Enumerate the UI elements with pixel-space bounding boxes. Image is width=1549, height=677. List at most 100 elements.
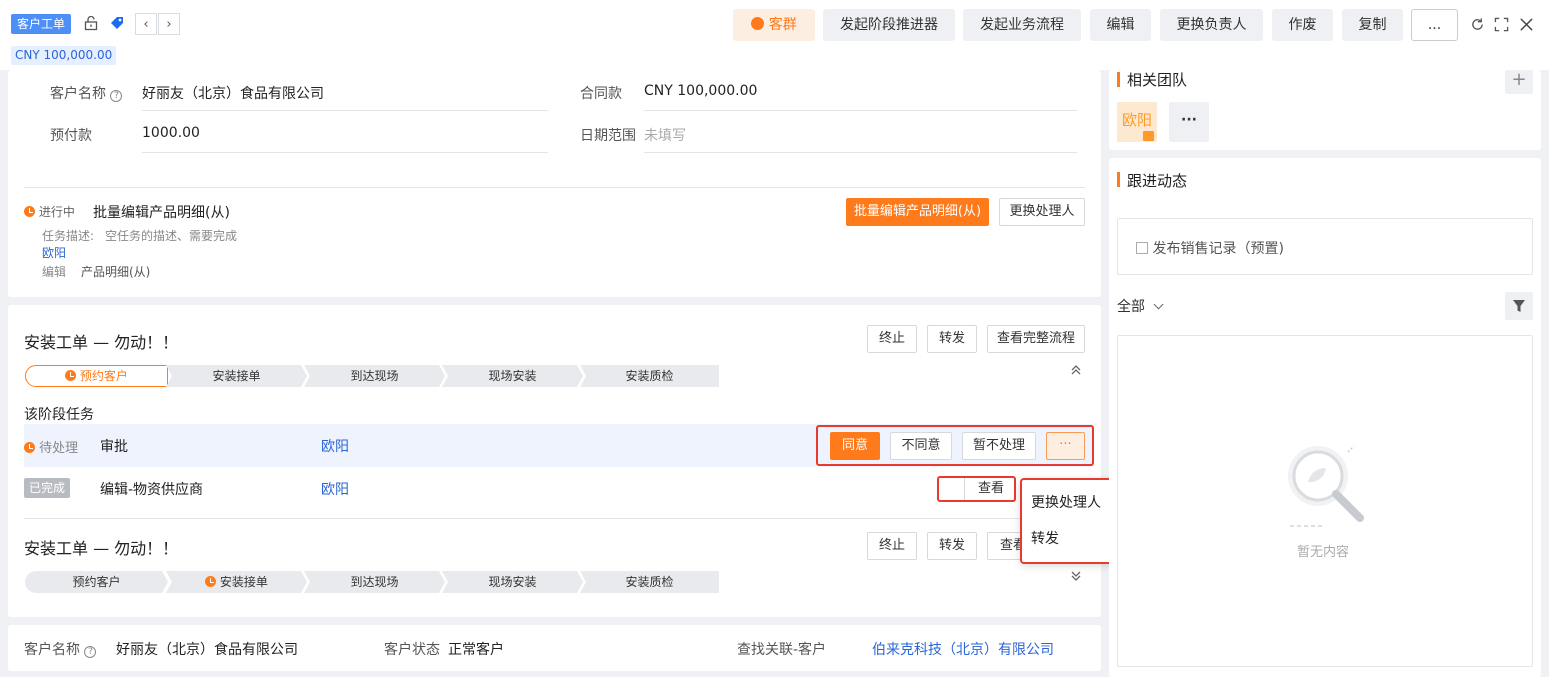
refresh-icon[interactable] (1470, 17, 1485, 32)
filter-button[interactable] (1505, 292, 1533, 320)
task-desc-label: 任务描述: (42, 229, 95, 243)
flow1-stage-3[interactable]: 到达现场 (304, 365, 445, 387)
agree-button[interactable]: 同意 (830, 432, 880, 460)
contract-value: CNY 100,000.00 (644, 83, 758, 99)
crown-icon (1143, 131, 1154, 141)
flow2-stage-1[interactable]: 预约客户 (25, 571, 168, 593)
batch-edit-button[interactable]: 批量编辑产品明细(从) (846, 198, 989, 226)
customer-name-label: 客户名称 ? (50, 83, 123, 103)
divider (24, 187, 1085, 188)
detail-card (8, 70, 1101, 297)
edit-icon (1136, 242, 1148, 254)
task-assignee[interactable]: 欧阳 (321, 479, 349, 499)
chevron-right-icon: › (166, 16, 172, 32)
flow2-stage-2[interactable]: 安装接单 (166, 571, 307, 593)
bottom-customer-name-value: 好丽友（北京）食品有限公司 (116, 642, 298, 658)
stage-task-section-title: 该阶段任务 (24, 407, 94, 423)
hold-button[interactable]: 暂不处理 (962, 432, 1036, 460)
flow2-stage-5[interactable]: 安装质检 (580, 571, 719, 593)
team-title: 相关团队 (1127, 71, 1188, 88)
date-range-label: 日期范围 (580, 128, 636, 144)
flow1-stop-button[interactable]: 终止 (867, 325, 917, 353)
more-actions-button[interactable]: ... (1411, 9, 1458, 41)
funnel-icon (1513, 300, 1525, 312)
clock-icon (65, 370, 77, 381)
customer-name-value: 好丽友（北京）食品有限公司 (142, 86, 324, 102)
task-status: 进行中 (24, 203, 75, 220)
dropdown-item-change-handler[interactable]: 更换处理人 (1031, 492, 1101, 512)
task-edit-label: 编辑 (42, 265, 67, 279)
follow-title: 跟进动态 (1127, 172, 1188, 190)
task-edit-value: 产品明细(从) (81, 265, 151, 279)
task-assignee[interactable]: 欧阳 (42, 244, 66, 261)
empty-search-icon (1282, 438, 1370, 528)
more-options-button[interactable]: ··· (1046, 432, 1085, 460)
chevron-down-icon (1154, 299, 1164, 310)
dropdown-item-forward[interactable]: 转发 (1031, 528, 1059, 548)
chat-icon (751, 17, 765, 30)
object-type-tag: 客户工单 (11, 14, 72, 34)
clock-icon (24, 206, 35, 217)
flow1-stage-4[interactable]: 现场安装 (442, 365, 583, 387)
contract-label: 合同款 (580, 86, 622, 102)
flow1-stage-2[interactable]: 安装接单 (166, 365, 307, 387)
add-member-button[interactable]: + (1505, 70, 1533, 94)
flow2-stage-4[interactable]: 现场安装 (442, 571, 583, 593)
tag-icon[interactable] (109, 15, 125, 31)
expand-icon[interactable] (1070, 570, 1082, 582)
void-button[interactable]: 作废 (1272, 9, 1333, 41)
change-handler-button[interactable]: 更换处理人 (999, 198, 1085, 226)
flow1-stage-1[interactable]: 预约客户 (25, 365, 168, 387)
disagree-button[interactable]: 不同意 (890, 432, 952, 460)
task-name: 编辑-物资供应商 (100, 482, 204, 498)
related-customer-link[interactable]: 伯来克科技（北京）有限公司 (872, 639, 1054, 659)
amount-tag: CNY 100,000.00 (11, 46, 117, 65)
chevron-left-icon: ‹ (143, 16, 149, 32)
close-icon[interactable] (1519, 17, 1534, 32)
field-underline (644, 110, 1077, 111)
field-underline (142, 110, 548, 111)
publish-record-text[interactable]: 发布销售记录（预置) (1136, 238, 1284, 258)
related-customer-label: 查找关联-客户 (737, 642, 827, 658)
highlight-box (937, 476, 1016, 502)
customer-status-value: 正常客户 (448, 642, 504, 658)
flow2-stop-button[interactable]: 终止 (867, 532, 917, 560)
customer-status-label: 客户状态 (384, 642, 440, 658)
prev-record-button[interactable]: ‹ (135, 13, 157, 35)
field-underline (644, 152, 1077, 153)
field-underline (142, 152, 548, 153)
flow1-forward-button[interactable]: 转发 (927, 325, 977, 353)
filter-dropdown[interactable]: 全部 (1117, 296, 1164, 316)
date-range-value[interactable]: 未填写 (644, 125, 686, 145)
section-marker (1117, 72, 1120, 87)
task-title: 批量编辑产品明细(从) (93, 205, 230, 221)
collapse-icon[interactable] (1070, 364, 1082, 376)
change-owner-button[interactable]: 更换负责人 (1160, 9, 1263, 41)
lock-icon[interactable] (83, 15, 99, 31)
business-flow-button[interactable]: 发起业务流程 (963, 9, 1081, 41)
divider (24, 518, 1024, 519)
clock-icon (24, 442, 35, 453)
help-icon[interactable]: ? (110, 90, 123, 102)
more-members-button[interactable]: ··· (1169, 102, 1209, 142)
copy-button[interactable]: 复制 (1342, 9, 1403, 41)
flow1-full-flow-button[interactable]: 查看完整流程 (987, 325, 1085, 353)
kequn-button[interactable]: 客群 (733, 9, 815, 41)
avatar[interactable]: 欧阳 (1117, 102, 1157, 142)
flow2-stage-3[interactable]: 到达现场 (304, 571, 445, 593)
edit-button[interactable]: 编辑 (1090, 9, 1151, 41)
task-desc-value: 空任务的描述、需要完成 (105, 229, 238, 243)
stage-advance-button[interactable]: 发起阶段推进器 (823, 9, 955, 41)
fullscreen-icon[interactable] (1494, 17, 1509, 32)
next-record-button[interactable]: › (158, 13, 180, 35)
flow2-forward-button[interactable]: 转发 (927, 532, 977, 560)
flow1-title: 安装工单 — 勿动！！ (24, 333, 179, 352)
completed-badge: 已完成 (24, 478, 71, 498)
bottom-customer-name-label: 客户名称 ? (24, 639, 97, 659)
task-assignee[interactable]: 欧阳 (321, 436, 349, 456)
help-icon[interactable]: ? (84, 646, 97, 658)
flow1-stage-5[interactable]: 安装质检 (580, 365, 719, 387)
prepay-value: 1000.00 (142, 125, 200, 141)
task-status: 待处理 (24, 437, 78, 456)
prepay-label: 预付款 (50, 128, 92, 144)
